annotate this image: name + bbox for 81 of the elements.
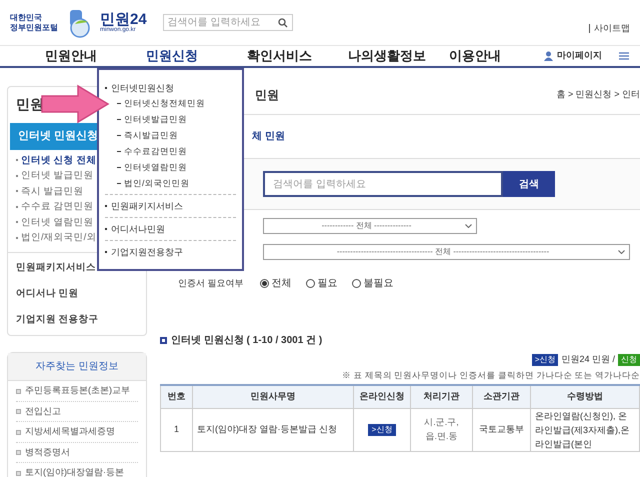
- brand-name: 민원24: [100, 12, 147, 27]
- dash-icon: [117, 167, 121, 168]
- keyword-field[interactable]: 검색어를 입력하세요: [263, 171, 503, 197]
- popular-item[interactable]: 토지(임야)대장열람·등본: [25, 466, 124, 477]
- table-cell: 1: [160, 408, 192, 452]
- popular-item[interactable]: 전입신고: [25, 404, 61, 418]
- table-cell: 시.군.구, 읍.면.동: [410, 408, 472, 452]
- breadcrumb: 홈 > 민원신청 > 인터: [556, 88, 640, 102]
- sidebar-item[interactable]: 인터넷 신청 전체: [21, 152, 96, 168]
- dash-icon: [117, 119, 121, 120]
- dropdown-subitem[interactable]: 법인/외국인민원: [124, 177, 190, 190]
- radio-button[interactable]: [306, 279, 315, 288]
- popular-item[interactable]: 주민등록표등본(초본)교부: [25, 384, 130, 398]
- dropdown-subitem[interactable]: 인터넷열람민원: [124, 161, 187, 174]
- radio-button[interactable]: [260, 279, 269, 288]
- table-cell: 국토교통부: [472, 408, 530, 452]
- caret-icon: [618, 250, 625, 254]
- sidebar-item[interactable]: 인터넷 발급민원: [21, 168, 94, 184]
- portal-name: 대한민국 정부민원포털: [10, 12, 58, 32]
- sidebar-group[interactable]: 어디서나 민원: [16, 286, 146, 301]
- search-field[interactable]: 검색어를 입력하세요: [168, 15, 278, 30]
- dash-icon: [117, 135, 121, 136]
- nav-item[interactable]: 민원안내: [45, 48, 97, 63]
- square-bullet-icon: [16, 430, 21, 434]
- table-cell: 토지(임야)대장 열람·등본발급 신청: [192, 408, 354, 452]
- popular-item[interactable]: 병적증명서: [25, 446, 70, 460]
- radio-label: 불필요: [364, 277, 394, 291]
- square-bullet-icon: [16, 470, 21, 476]
- search-button[interactable]: 검색: [503, 171, 555, 197]
- sort-note: ※ 표 제목의 민원사무명이나 인증서를 클릭하면 가나다순 또는 역가나다순: [341, 368, 640, 382]
- search-box[interactable]: 검색어를 입력하세요: [162, 14, 293, 31]
- arrow-icon: [40, 84, 110, 124]
- dash-icon: [117, 103, 121, 104]
- cert-label: 인증서 필요여부: [178, 276, 244, 290]
- sidebar-title: 민원: [16, 96, 44, 112]
- column-header[interactable]: 소관기관: [472, 385, 530, 408]
- dash-icon: [117, 183, 121, 184]
- column-header[interactable]: 수령방법: [530, 385, 640, 408]
- radio-button[interactable]: [352, 279, 361, 288]
- sidebar-item[interactable]: 즉시 발급민원: [21, 184, 84, 199]
- legend-text: 민원24 민원 /: [561, 353, 615, 366]
- sidebar-item[interactable]: 법인/재외국민/외: [21, 230, 96, 246]
- nav-item[interactable]: 확인서비스: [247, 48, 312, 63]
- nav-item[interactable]: 민원신청: [146, 48, 198, 63]
- page-title: 민원: [255, 87, 279, 104]
- square-bullet-icon: [16, 450, 21, 455]
- popular-item[interactable]: 지방세세목별과세증명: [25, 425, 115, 439]
- caret-icon: [465, 224, 472, 228]
- radio-label: 전체: [272, 277, 292, 291]
- search-icon: [278, 18, 288, 28]
- apply-button[interactable]: >신청: [368, 424, 396, 436]
- sitemap-link[interactable]: 사이트맵: [589, 24, 630, 33]
- column-header[interactable]: 온라인신청: [354, 385, 410, 408]
- square-bullet-icon: [16, 409, 21, 414]
- filter-select[interactable]: ------------------------------------ 전체 ------------------------------------: [263, 244, 630, 260]
- apply-badge: >신청: [532, 354, 558, 366]
- dropdown-item[interactable]: 인터넷민원신청: [111, 82, 174, 94]
- sidebar-group[interactable]: 기업지원 전용창구: [16, 313, 146, 328]
- nav-item[interactable]: 이용안내: [449, 48, 501, 63]
- filter-select[interactable]: ------------ 전체 --------------: [263, 218, 477, 234]
- popular-title: 자주찾는 민원정보: [8, 353, 146, 382]
- menu-icon[interactable]: [619, 52, 629, 60]
- table-cell: 온라인열람(신청인), 온라인발급(제3자제출),온라인발급(본인: [530, 408, 640, 452]
- mypage-link[interactable]: 마이페이지: [557, 49, 602, 63]
- dropdown-item[interactable]: 어디서나민원: [111, 223, 165, 235]
- square-icon: [160, 337, 167, 344]
- dropdown-subitem[interactable]: 인터넷신청전체민원: [124, 97, 205, 110]
- square-bullet-icon: [16, 388, 21, 394]
- apply-badge: 신청: [618, 354, 640, 366]
- column-header[interactable]: 번호: [160, 385, 192, 408]
- column-header[interactable]: 민원사무명: [192, 385, 354, 408]
- radio-label: 필요: [318, 277, 338, 291]
- sidebar-item[interactable]: 인터넷 열람민원: [21, 214, 94, 230]
- dash-icon: [117, 151, 121, 152]
- column-header[interactable]: 처리기관: [410, 385, 472, 408]
- list-title: 인터넷 민원신청 ( 1-10 / 3001 건 ): [171, 334, 322, 348]
- dropdown-item[interactable]: 민원패키지서비스: [111, 200, 183, 212]
- dropdown-item[interactable]: 기업지원전용창구: [111, 246, 183, 258]
- sidebar-item[interactable]: 수수료 감면민원: [21, 199, 94, 214]
- nav-item[interactable]: 나의생활정보: [348, 48, 426, 63]
- user-icon: [544, 51, 553, 61]
